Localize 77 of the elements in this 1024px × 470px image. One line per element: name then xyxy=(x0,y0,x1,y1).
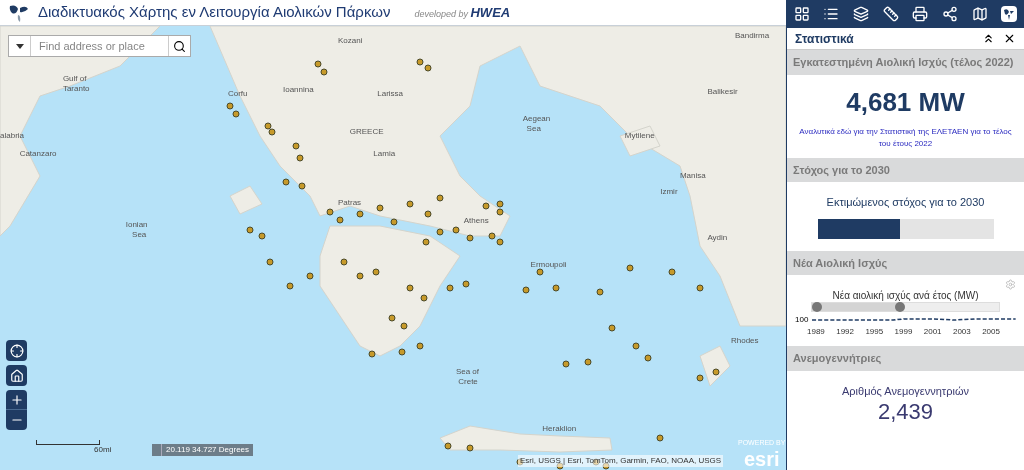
map-place-label: Sea xyxy=(132,229,147,242)
map-icon[interactable] xyxy=(971,6,988,22)
axis-tick-label: 2005 xyxy=(982,326,1000,338)
coordinate-readout: 20.119 34.727 Degrees xyxy=(165,444,251,456)
axis-tick-label: 2001 xyxy=(923,326,942,338)
statistics-link[interactable]: Αναλυτικά εδώ για την Στατιστική της ΕΛΕΤΑΕΝ για το τέλος του έτους 2022 xyxy=(787,125,1024,150)
chart-title: Νέα αιολική ισχύς ανά έτος (MW) xyxy=(832,290,979,302)
section-header: Στόχος για το 2030 xyxy=(787,157,1024,182)
map-place-label: Aegean xyxy=(522,112,551,125)
close-icon[interactable] xyxy=(1003,32,1016,45)
map-place-label: Ermoupoli xyxy=(530,259,567,272)
search-box[interactable]: Find address or place xyxy=(8,35,191,57)
map-place-label: Ioannina xyxy=(282,83,314,96)
panel-title: Στατιστικά xyxy=(795,30,855,48)
axis-tick-label: 1995 xyxy=(865,326,884,338)
home-icon xyxy=(9,368,24,383)
developer-credit: developed by HWEA xyxy=(414,3,511,22)
search-field[interactable]: Find address or place xyxy=(31,36,168,56)
logo-icon xyxy=(8,2,30,23)
map-place-label: Patras xyxy=(337,196,362,209)
scale-bar xyxy=(36,440,100,445)
turbine-count-label: Αριθμός Ανεμογεννητριών xyxy=(842,383,969,399)
scale-label: 60mi xyxy=(94,444,112,456)
print-icon[interactable] xyxy=(912,6,929,22)
esri-logo: esri xyxy=(743,448,780,469)
axis-value: 100 xyxy=(795,314,809,326)
range-handle[interactable] xyxy=(894,302,905,312)
map-attribution: Esri, USGS | Esri, TomTom, Garmin, FAO, NOAA, USGS xyxy=(518,455,724,467)
range-handle[interactable] xyxy=(812,302,822,312)
map-place-label: Gulf of xyxy=(62,72,87,85)
turbine-count-value: 2,439 xyxy=(877,399,934,425)
map-place-label: Crete xyxy=(458,375,478,388)
installed-capacity-value: 4,681 MW xyxy=(846,85,965,119)
map-place-label: Izmir xyxy=(660,185,678,198)
map-place-label: Sea of xyxy=(455,365,479,378)
map-place-label: Lamia xyxy=(373,148,396,161)
map-place-label: Sea xyxy=(526,123,541,135)
list-icon[interactable] xyxy=(823,6,840,22)
section-header: Εγκατεστημένη Αιολική Ισχύς (τέλος 2022) xyxy=(787,50,1024,75)
map-place-label: Corfu xyxy=(227,88,248,101)
map-place-label: GREECE xyxy=(349,125,384,138)
map-place-label: Larissa xyxy=(377,88,404,101)
home-button[interactable] xyxy=(6,365,27,386)
caret-icon xyxy=(15,43,24,49)
ruler-icon[interactable] xyxy=(882,6,899,22)
axis-tick-label: 1989 xyxy=(807,326,825,338)
map-place-label: alabria xyxy=(0,130,24,143)
zoom-in-button[interactable] xyxy=(6,390,27,410)
locate-button[interactable] xyxy=(6,340,27,361)
map-place-label: Balikesir xyxy=(707,85,738,98)
locate-icon xyxy=(9,343,24,358)
axis-tick-label: 1992 xyxy=(836,326,854,338)
map-place-label: Catanzaro xyxy=(19,148,57,161)
map-place-label: Aydin xyxy=(707,232,728,245)
app-title: Διαδικτυακός Χάρτης εν Λειτουργία Αιολικών Πάρκων xyxy=(38,2,391,23)
map-place-label: Athens xyxy=(463,214,489,227)
collapse-icon[interactable] xyxy=(982,32,995,45)
share-icon[interactable] xyxy=(941,6,958,22)
plus-icon xyxy=(9,392,24,407)
zoom-out-button[interactable] xyxy=(6,410,27,430)
map-place-label: Bandirma xyxy=(734,30,770,43)
layers-icon[interactable] xyxy=(853,6,870,22)
axis-tick-label: 1999 xyxy=(894,326,913,338)
map-place-label: Mytilene xyxy=(624,130,655,143)
map-place-label: Taranto xyxy=(62,82,90,95)
map-place-label: Heraklion xyxy=(542,423,577,436)
map-place-label: Kozani xyxy=(337,34,363,47)
map-place-label: Rhodes xyxy=(730,334,759,347)
target-label: Εκτιμώμενος στόχος για το 2030 xyxy=(826,195,985,210)
map-place-label: Manisa xyxy=(679,170,706,183)
section-header: Ανεμογεννήτριες xyxy=(787,346,1024,371)
axis-tick-label: 2003 xyxy=(952,326,971,338)
grid-icon[interactable] xyxy=(793,6,810,22)
section-header: Νέα Αιολική Ισχύς xyxy=(787,250,1024,275)
statistics-tool-icon[interactable] xyxy=(1001,6,1018,22)
map-place-label: Ionian xyxy=(125,219,148,232)
search-icon xyxy=(173,39,186,53)
